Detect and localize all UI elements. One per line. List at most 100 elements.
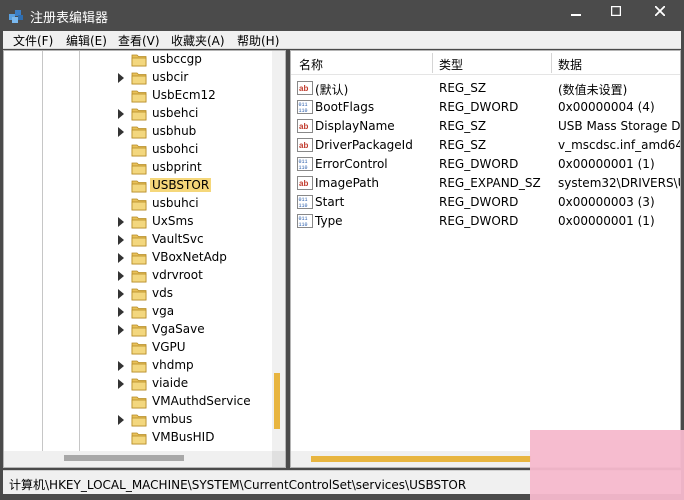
expand-arrow-icon[interactable] bbox=[117, 361, 125, 371]
minimize-button[interactable] bbox=[562, 0, 590, 22]
tree-item[interactable]: vmbus bbox=[4, 411, 272, 429]
folder-icon bbox=[131, 270, 147, 283]
list-horizontal-scroll-thumb[interactable] bbox=[311, 456, 531, 462]
svg-text:110: 110 bbox=[299, 222, 308, 228]
column-header-type[interactable]: 类型 bbox=[439, 56, 463, 73]
expand-arrow-icon[interactable] bbox=[117, 73, 125, 83]
string-value-icon: ab bbox=[297, 138, 313, 152]
value-type: REG_EXPAND_SZ bbox=[439, 176, 541, 190]
value-data: 0x00000003 (3) bbox=[558, 195, 655, 209]
tree-vertical-scroll-thumb[interactable] bbox=[274, 373, 280, 429]
maximize-button[interactable] bbox=[602, 0, 630, 22]
binary-value-icon: 011110 bbox=[297, 100, 313, 114]
expand-arrow-icon[interactable] bbox=[117, 109, 125, 119]
column-header-data[interactable]: 数据 bbox=[558, 56, 582, 73]
tree-item[interactable]: UxSms bbox=[4, 213, 272, 231]
value-row[interactable]: ab DisplayName REG_SZ USB Mass Storage Driv bbox=[291, 117, 680, 136]
column-separator[interactable] bbox=[432, 53, 433, 73]
column-header-name[interactable]: 名称 bbox=[299, 56, 323, 73]
svg-text:ab: ab bbox=[299, 122, 308, 131]
value-name: (默认) bbox=[315, 83, 349, 97]
folder-icon bbox=[131, 342, 147, 355]
folder-icon bbox=[131, 396, 147, 409]
close-button[interactable] bbox=[640, 0, 680, 22]
expand-arrow-icon[interactable] bbox=[117, 379, 125, 389]
tree-item[interactable]: vhdmp bbox=[4, 357, 272, 375]
value-row[interactable]: ab DriverPackageId REG_SZ v_mscdsc.inf_amd6… bbox=[291, 136, 680, 155]
watermark-overlay bbox=[530, 430, 684, 500]
expand-arrow-icon[interactable] bbox=[117, 253, 125, 263]
tree-item[interactable]: vga bbox=[4, 303, 272, 321]
close-icon bbox=[655, 6, 665, 16]
menu-help[interactable]: 帮助(H) bbox=[237, 32, 279, 49]
menu-view[interactable]: 查看(V) bbox=[118, 32, 160, 49]
tree-item-label: vdrvroot bbox=[152, 268, 203, 282]
value-row[interactable]: 011 110 ErrorControl REG_DWORD 0x00000001 (1… bbox=[291, 155, 680, 174]
tree-item[interactable]: USBSTOR bbox=[4, 177, 272, 195]
column-separator[interactable] bbox=[551, 53, 552, 73]
value-name: Type bbox=[315, 214, 343, 228]
value-type: REG_DWORD bbox=[439, 100, 519, 114]
regedit-icon bbox=[9, 10, 23, 23]
folder-icon bbox=[131, 108, 147, 121]
expand-arrow-icon[interactable] bbox=[117, 415, 125, 425]
expand-arrow-icon[interactable] bbox=[117, 325, 125, 335]
tree-item-label: vhdmp bbox=[152, 358, 194, 372]
expand-arrow-icon[interactable] bbox=[117, 289, 125, 299]
tree-item-label: UsbEcm12 bbox=[152, 88, 216, 102]
folder-icon bbox=[131, 180, 147, 193]
tree-item[interactable]: vdrvroot bbox=[4, 267, 272, 285]
tree-item[interactable]: VMBusHID bbox=[4, 429, 272, 447]
value-row[interactable]: 011 110 Start REG_DWORD 0x00000003 (3) bbox=[291, 193, 680, 212]
folder-icon bbox=[131, 198, 147, 211]
tree-item[interactable]: VGPU bbox=[4, 339, 272, 357]
expand-arrow-icon[interactable] bbox=[117, 235, 125, 245]
value-row[interactable]: 011 110 Type REG_DWORD 0x00000001 (1) bbox=[291, 212, 680, 231]
folder-icon bbox=[131, 360, 147, 373]
expand-arrow-icon[interactable] bbox=[117, 271, 125, 281]
folder-icon bbox=[131, 288, 147, 301]
tree-item[interactable]: VgaSave bbox=[4, 321, 272, 339]
tree-item[interactable]: usbohci bbox=[4, 141, 272, 159]
folder-icon bbox=[131, 234, 147, 247]
key-tree-pane[interactable]: usbccgp usbcir UsbEcm12 usbehci usbhub usbohc… bbox=[3, 50, 286, 468]
tree-item[interactable]: usbhub bbox=[4, 123, 272, 141]
tree-item-label: usbuhci bbox=[152, 196, 199, 210]
expand-arrow-icon[interactable] bbox=[117, 307, 125, 317]
svg-text:110: 110 bbox=[299, 165, 308, 171]
tree-item-label: VGPU bbox=[152, 340, 186, 354]
tree-item-label: usbcir bbox=[152, 70, 189, 84]
tree-item[interactable]: usbccgp bbox=[4, 51, 272, 69]
svg-text:ab: ab bbox=[299, 84, 308, 93]
tree-item[interactable]: VMAuthdService bbox=[4, 393, 272, 411]
string-value-icon: ab bbox=[297, 176, 313, 190]
list-header: 名称 类型 数据 bbox=[291, 51, 680, 75]
tree-item[interactable]: usbcir bbox=[4, 69, 272, 87]
tree-item[interactable]: usbehci bbox=[4, 105, 272, 123]
folder-icon bbox=[131, 414, 147, 427]
value-row[interactable]: ab (默认) REG_SZ (数值未设置) bbox=[291, 79, 680, 98]
value-row[interactable]: 011 110 BootFlags REG_DWORD 0x00000004 (4) bbox=[291, 98, 680, 117]
tree-item-label: USBSTOR bbox=[150, 178, 212, 192]
tree-item[interactable]: UsbEcm12 bbox=[4, 87, 272, 105]
tree-horizontal-scroll-thumb[interactable] bbox=[64, 455, 184, 461]
menu-edit[interactable]: 编辑(E) bbox=[66, 32, 107, 49]
value-row[interactable]: ab ImagePath REG_EXPAND_SZ system32\DRIVERS… bbox=[291, 174, 680, 193]
tree-item[interactable]: VaultSvc bbox=[4, 231, 272, 249]
value-data: 0x00000001 (1) bbox=[558, 214, 655, 228]
tree-item[interactable]: usbprint bbox=[4, 159, 272, 177]
menu-file[interactable]: 文件(F) bbox=[13, 32, 53, 49]
expand-arrow-icon[interactable] bbox=[117, 127, 125, 137]
menu-favorites[interactable]: 收藏夹(A) bbox=[171, 32, 225, 49]
expand-arrow-icon[interactable] bbox=[117, 217, 125, 227]
folder-icon bbox=[131, 72, 147, 85]
tree-item[interactable]: VBoxNetAdp bbox=[4, 249, 272, 267]
tree-item-label: VMAuthdService bbox=[152, 394, 251, 408]
tree-item[interactable]: viaide bbox=[4, 375, 272, 393]
tree-item[interactable]: usbuhci bbox=[4, 195, 272, 213]
tree-item-label: vga bbox=[152, 304, 175, 318]
window-title: 注册表编辑器 bbox=[30, 11, 109, 26]
tree-item[interactable]: vds bbox=[4, 285, 272, 303]
tree-item-label: usbprint bbox=[152, 160, 202, 174]
values-list-pane[interactable]: 名称 类型 数据 ab (默认) REG_SZ (数值未设置) 011 110 BootFl… bbox=[290, 50, 681, 468]
